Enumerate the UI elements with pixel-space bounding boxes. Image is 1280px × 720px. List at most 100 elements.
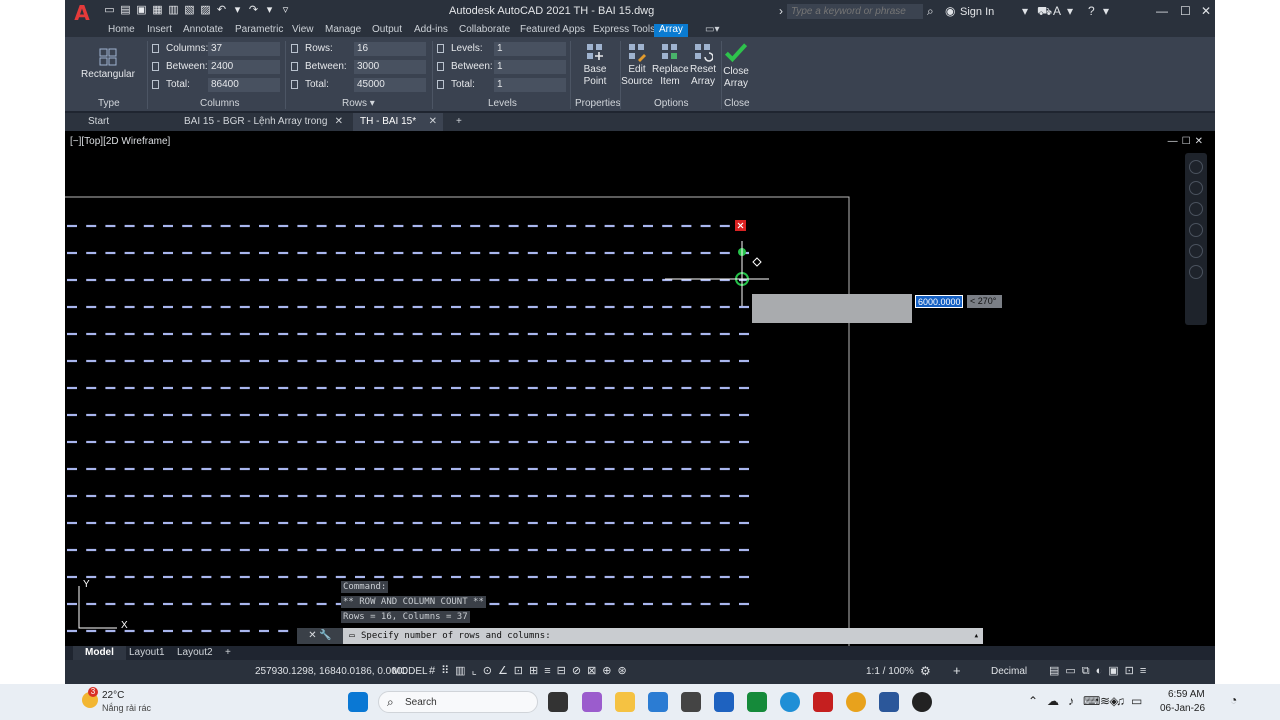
levels-count-field[interactable]: 1 bbox=[494, 42, 566, 56]
upload-icon[interactable]: ▥ bbox=[167, 4, 180, 17]
command-prompt-icon[interactable]: ▭ bbox=[343, 628, 361, 644]
rows-count-field[interactable]: 16 bbox=[354, 42, 426, 56]
redo-icon[interactable]: ↷ bbox=[247, 4, 260, 17]
tab-express-tools[interactable]: Express Tools bbox=[593, 24, 655, 37]
edit-source-button[interactable]: Edit Source bbox=[621, 42, 653, 88]
taskbar-search-box[interactable]: ⌕ Search bbox=[378, 691, 538, 713]
columns-count-field[interactable]: 37 bbox=[208, 42, 280, 56]
status-tray-icons[interactable]: ▤▭⧉◐▣⊡≡ bbox=[1049, 664, 1152, 678]
signin-dropdown-icon[interactable]: ▾ bbox=[1022, 4, 1028, 18]
undo-dropdown-icon[interactable]: ▾ bbox=[231, 4, 244, 17]
file-explorer-icon[interactable] bbox=[615, 692, 635, 712]
undo-icon[interactable]: ↶ bbox=[215, 4, 228, 17]
task-view-icon[interactable] bbox=[548, 692, 568, 712]
tab-insert[interactable]: Insert bbox=[147, 24, 172, 37]
rectangular-button[interactable]: Rectangular bbox=[79, 47, 137, 81]
clock-time[interactable]: 6:59 AM bbox=[1168, 689, 1205, 700]
help-icon[interactable]: ? bbox=[1088, 4, 1095, 18]
close-window-icon[interactable]: ✕ bbox=[1201, 4, 1211, 18]
reset-array-button[interactable]: Reset Array bbox=[687, 42, 719, 88]
model-space-toggle[interactable]: MODEL bbox=[392, 666, 428, 677]
coordinates-readout[interactable]: 257930.1298, 16840.0186, 0.0000 bbox=[255, 666, 408, 677]
copilot-icon[interactable] bbox=[582, 692, 602, 712]
annotation-scale[interactable]: 1:1 / 100% bbox=[866, 666, 914, 677]
layout-tab-layout2[interactable]: Layout2 bbox=[177, 646, 213, 660]
save-as-icon[interactable]: ▦ bbox=[151, 4, 164, 17]
command-line[interactable]: ▭ Specify number of rows and columns: ▴ bbox=[343, 628, 983, 644]
tab-array[interactable]: Array bbox=[654, 24, 688, 37]
dynamic-distance-input[interactable]: 6000.0000 bbox=[915, 295, 963, 308]
pan-icon[interactable] bbox=[1189, 202, 1203, 216]
base-point-button[interactable]: Base Point bbox=[573, 42, 617, 88]
notification-icon[interactable]: ◔ bbox=[1230, 693, 1237, 707]
app-dropdown-icon[interactable]: ▾ bbox=[1067, 4, 1073, 18]
drafting-toggles[interactable]: #⠿▥⌞⊙∠⊡⊞≡⊟⊘⊠⊕⊛ bbox=[429, 664, 633, 677]
search-icon[interactable]: ⌕ bbox=[927, 4, 934, 18]
open-icon[interactable]: ▤ bbox=[119, 4, 132, 17]
redo-dropdown-icon[interactable]: ▾ bbox=[263, 4, 276, 17]
tab-add-ins[interactable]: Add-ins bbox=[414, 24, 448, 37]
add-layout-button[interactable]: + bbox=[225, 646, 231, 660]
maximize-icon[interactable]: ☐ bbox=[1180, 4, 1191, 18]
autocad-logo-icon[interactable]: A bbox=[71, 2, 93, 24]
orbit-icon[interactable] bbox=[1189, 181, 1203, 195]
store-icon[interactable] bbox=[648, 692, 668, 712]
showmotion-icon[interactable] bbox=[1189, 265, 1203, 279]
autocad-taskbar-icon[interactable] bbox=[813, 692, 833, 712]
tab-parametric[interactable]: Parametric bbox=[235, 24, 283, 37]
chevron-right-icon[interactable]: › bbox=[779, 4, 783, 18]
chrome-icon[interactable] bbox=[846, 692, 866, 712]
tab-annotate[interactable]: Annotate bbox=[183, 24, 223, 37]
weather-temp[interactable]: 22°C bbox=[102, 690, 124, 701]
drawing-viewport[interactable]: [−][Top][2D Wireframe] —☐✕ Y X 6000.0000… bbox=[65, 131, 1215, 646]
print-icon[interactable]: ▨ bbox=[199, 4, 212, 17]
help-search-input[interactable] bbox=[787, 4, 923, 19]
autodesk-app-icon[interactable]: A bbox=[1053, 4, 1061, 18]
zoom-extents-icon[interactable] bbox=[1189, 223, 1203, 237]
download-icon[interactable]: ▧ bbox=[183, 4, 196, 17]
command-history-toggle-icon[interactable]: ▴ bbox=[974, 628, 979, 644]
sign-in-link[interactable]: Sign In bbox=[960, 6, 994, 18]
row-between-field[interactable]: 3000 bbox=[354, 60, 426, 74]
steering-wheel-icon[interactable] bbox=[1189, 160, 1203, 174]
help-dropdown-icon[interactable]: ▾ bbox=[1103, 4, 1109, 18]
doc-tab-start[interactable]: Start bbox=[81, 113, 176, 131]
command-line-tools[interactable]: ✕ 🔧 bbox=[297, 628, 343, 644]
replace-item-button[interactable]: Replace Item bbox=[652, 42, 689, 88]
orbit-3d-icon[interactable] bbox=[1189, 244, 1203, 258]
units-selector[interactable]: Decimal bbox=[991, 666, 1027, 677]
weather-description[interactable]: Nắng rải rác bbox=[102, 703, 151, 713]
new-tab-button[interactable]: + bbox=[449, 113, 469, 131]
column-between-field[interactable]: 2400 bbox=[208, 60, 280, 74]
close-tab-icon[interactable]: ✕ bbox=[429, 113, 437, 131]
level-between-field[interactable]: 1 bbox=[494, 60, 566, 74]
layout-tab-layout1[interactable]: Layout1 bbox=[129, 646, 165, 660]
close-command-icon[interactable]: ✕ bbox=[308, 630, 316, 641]
close-array-button[interactable]: Close Array bbox=[720, 40, 752, 90]
customize-command-icon[interactable]: 🔧 bbox=[319, 630, 331, 641]
user-icon[interactable]: ◉ bbox=[945, 4, 955, 18]
app-3d-icon[interactable] bbox=[681, 692, 701, 712]
tab-featured-apps[interactable]: Featured Apps bbox=[520, 24, 585, 37]
layout-tab-model[interactable]: Model bbox=[73, 646, 126, 660]
ribbon-minimize-icon[interactable]: ▭▾ bbox=[705, 24, 719, 37]
rows-panel-title[interactable]: Rows ▾ bbox=[342, 98, 375, 109]
save-icon[interactable]: ▣ bbox=[135, 4, 148, 17]
xbox-icon[interactable] bbox=[747, 692, 767, 712]
column-total-field[interactable]: 86400 bbox=[208, 78, 280, 92]
doc-tab-bai15-bgr[interactable]: BAI 15 - BGR - Lệnh Array trong CAD ✕ bbox=[177, 113, 349, 145]
word-icon[interactable] bbox=[879, 692, 899, 712]
edge-icon[interactable] bbox=[780, 692, 800, 712]
row-total-field[interactable]: 45000 bbox=[354, 78, 426, 92]
tab-output[interactable]: Output bbox=[372, 24, 402, 37]
doc-tab-th-bai15[interactable]: TH - BAI 15* ✕ bbox=[353, 113, 443, 131]
close-tab-icon[interactable]: ✕ bbox=[335, 113, 343, 131]
workspace-gear-icon[interactable]: ⚙ bbox=[920, 664, 931, 678]
cart-icon[interactable]: ⛟ bbox=[1037, 4, 1052, 18]
minimize-icon[interactable]: — bbox=[1156, 4, 1168, 18]
customize-qat-icon[interactable]: ▿ bbox=[279, 4, 292, 17]
app-circle-icon[interactable] bbox=[912, 692, 932, 712]
start-button-icon[interactable] bbox=[348, 692, 368, 712]
clock-date[interactable]: 06-Jan-26 bbox=[1160, 703, 1205, 714]
plus-icon[interactable]: + bbox=[953, 663, 961, 678]
